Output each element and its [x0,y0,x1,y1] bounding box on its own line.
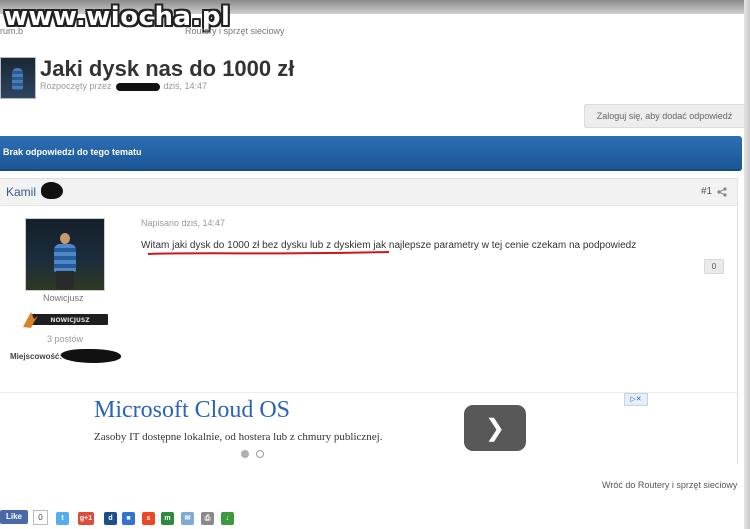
social-share-bar: Like 0 t g+1 d ■ s m ✉ ⎙ ↓ [0,510,244,528]
carousel-dot[interactable] [256,450,264,458]
google-plus-icon[interactable]: g+1 [78,512,94,525]
download-icon[interactable]: ↓ [221,512,234,525]
location-redaction [61,349,121,363]
adchoices-icon[interactable]: ▷✕ [624,393,648,406]
red-underline-annotation [147,251,390,255]
redacted-username [115,82,160,91]
replies-header-bar: Brak odpowiedzi do tego tematu [0,136,742,171]
stumbleupon-icon[interactable]: s [142,512,155,525]
back-to-forum-link[interactable]: Wróć do Routery i sprzęt sieciowy [602,480,737,490]
svg-text:NOWICJUSZ: NOWICJUSZ [50,317,90,324]
facebook-like-button[interactable]: Like [0,510,28,524]
email-icon[interactable]: ✉ [181,512,194,525]
twitter-icon[interactable]: t [56,512,69,525]
redaction-blob [41,182,63,199]
started-by-label: Rozpoczęty przez [40,81,112,91]
post: Kamil #1 Nowicjusz NOWICJUSZ 3 postów Mi… [0,178,738,464]
chevron-right-icon[interactable]: ❯ [464,405,526,451]
no-replies-text: Brak odpowiedzi do tego tematu [3,147,142,157]
reputation-counter[interactable]: 0 [704,259,724,274]
ad-title[interactable]: Microsoft Cloud OS [94,397,290,424]
share-icon[interactable] [717,187,727,197]
post-number[interactable]: #1 [701,186,712,197]
author-post-count: 3 postów [47,334,84,344]
topic-author-avatar[interactable] [0,57,36,99]
carousel-dot-active[interactable] [241,450,249,458]
post-author-name[interactable]: Kamil [6,185,36,199]
breadcrumb-category[interactable]: Routery i sprzęt sieciowy [185,26,285,36]
delicious-icon[interactable]: ■ [122,512,135,525]
advertisement[interactable]: Microsoft Cloud OS Zasoby IT dostępne lo… [0,392,737,464]
ad-text: Zasoby IT dostępne lokalnie, od hostera … [94,431,383,443]
breadcrumb-forum[interactable]: rum.b [0,26,23,36]
started-time: dziś, 14:47 [163,81,208,91]
topic-started-info: Rozpoczęty przez dziś, 14:47 [40,81,207,91]
myspace-icon[interactable]: m [161,512,174,525]
login-to-reply-button[interactable]: Zaloguj się, aby dodać odpowiedź [584,104,745,128]
page-edge-shadow [744,0,750,529]
post-date: Napisano dziś, 14:47 [141,218,226,228]
author-avatar[interactable] [25,218,105,291]
page-title: Jaki dysk nas do 1000 zł [40,56,295,81]
author-rank: Nowicjusz [43,293,84,303]
like-label: Like [5,512,22,521]
author-location-label: Miejscowość: [10,352,63,361]
like-count: 0 [33,510,48,525]
post-header: Kamil #1 [0,179,737,206]
rank-badge: NOWICJUSZ [23,312,108,328]
print-icon[interactable]: ⎙ [201,512,214,525]
digg-icon[interactable]: d [104,512,117,525]
